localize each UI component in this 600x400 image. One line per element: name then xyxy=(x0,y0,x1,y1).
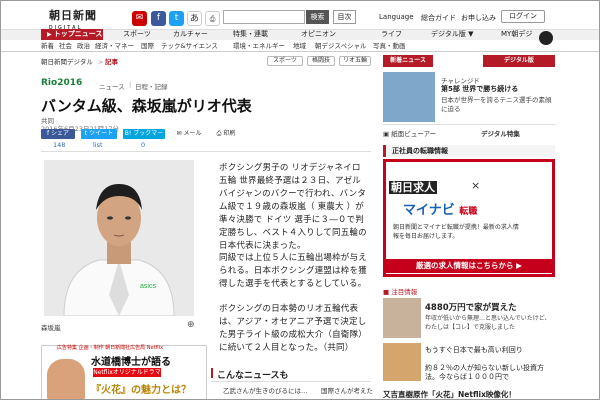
article-paragraph: ボクシングの日本勢のリオ五輪代表は、アジア・オセアニア予選で決定した男子ライト級… xyxy=(219,304,367,353)
language-link[interactable]: Language xyxy=(379,13,414,21)
section-marker xyxy=(211,368,213,378)
subnav-new[interactable]: 新着 xyxy=(41,41,54,51)
tag-rio[interactable]: リオ五輪 xyxy=(339,56,371,66)
tag-sports[interactable]: スポーツ xyxy=(267,56,303,66)
keyword-news[interactable]: ニュース xyxy=(99,81,125,91)
netflix-link[interactable]: 又吉直樹原作「火花」Netflix映像化！ xyxy=(383,389,516,399)
subnav-economy[interactable]: 経済・マネー xyxy=(95,41,134,51)
tag-martial-arts[interactable]: 格闘技 xyxy=(307,56,335,66)
viewer-link[interactable]: ▣ 紙面ビューアー xyxy=(383,128,436,138)
asahi-job-logo: 朝日求人 xyxy=(389,181,437,194)
challenged-title[interactable]: 第5部 世界で勝ち続ける xyxy=(441,84,518,94)
challenged-thumbnail[interactable] xyxy=(383,72,435,122)
breadcrumb-separator: > xyxy=(98,58,104,66)
subnav-special[interactable]: 朝デジスペシャル xyxy=(315,41,367,51)
login-button[interactable]: ログイン xyxy=(501,10,545,23)
nav-opinion[interactable]: オピニオン xyxy=(301,29,336,40)
share-twitter-button[interactable]: t ツイート xyxy=(81,129,117,139)
ad-headline[interactable]: 水道橋博士が語る xyxy=(91,353,171,368)
share-count-facebook[interactable]: 148 xyxy=(53,141,65,149)
featured-description: 約８２％の人が知らない新しい投資方法。今ならば１０００円で xyxy=(425,364,544,381)
featured-description: 年収が低いから無理…と思い込んでいたけど、わたしは【コレ】で克服しました xyxy=(425,315,551,331)
search-input[interactable] xyxy=(223,10,305,24)
page: 朝日新聞DIGITAL ✉ f t あぁ ⎙ 検索 目次 Language 総合… xyxy=(0,0,600,400)
article-headline: バンタム級、森坂嵐がリオ代表 xyxy=(41,97,252,115)
guide-link[interactable]: 総合ガイド xyxy=(421,13,456,23)
zoom-icon[interactable]: ⊕ xyxy=(187,320,195,330)
subnav-environment[interactable]: 環境・エネルギー xyxy=(233,41,285,51)
keyword-schedule[interactable]: 日程・記録 xyxy=(135,81,168,91)
featured-thumbnail[interactable] xyxy=(383,298,421,338)
nav-culture[interactable]: カルチャー xyxy=(173,29,208,40)
print-button[interactable]: ⎙ 印刷 xyxy=(211,129,241,139)
share-hatena-button[interactable]: B! ブックマーク xyxy=(123,129,165,147)
challenged-description: 日本が世界一を誇るテニス選手の素顔に迫る xyxy=(441,96,552,113)
cross-mark: × xyxy=(471,179,481,192)
related-news-title: こんなニュースも xyxy=(217,371,289,381)
ad-person-image xyxy=(47,359,85,399)
twitter-icon[interactable]: t xyxy=(169,11,184,26)
viewer-icon: ▣ xyxy=(383,130,392,138)
ad-badge: Netflixオリジナルドラマ xyxy=(93,368,161,377)
subnav-photo[interactable]: 写真・動画 xyxy=(373,41,406,51)
subnav-society[interactable]: 社会 xyxy=(59,41,72,51)
divider xyxy=(41,151,371,152)
index-button[interactable]: 目次 xyxy=(333,10,356,24)
share-facebook-button[interactable]: f シェア xyxy=(41,129,75,139)
subnav-politics[interactable]: 政治 xyxy=(77,41,90,51)
article-paragraph: 同級では上位５人に五輪出場枠が与えられる。日本ボクシング連盟は枠を獲得した選手を… xyxy=(219,253,367,289)
nav-sports[interactable]: スポーツ xyxy=(123,29,151,40)
breadcrumb-current: 記事 xyxy=(105,58,118,66)
nav-features[interactable]: 特集・連載 xyxy=(233,29,268,40)
divider xyxy=(383,124,555,125)
nav-life[interactable]: ライフ xyxy=(381,29,402,40)
ad-subheadline[interactable]: 『火花』の魅力とは？ xyxy=(91,381,191,396)
featured-label: ■ 注目情報 xyxy=(383,288,418,296)
search-button[interactable]: 検索 xyxy=(306,10,329,24)
subnav-region[interactable]: 地域 xyxy=(293,41,306,51)
job-search-button[interactable]: 厳選の求人情報はこちらから ▶ xyxy=(386,259,552,273)
signup-link[interactable]: お申し込み xyxy=(461,13,496,23)
nav-my-asadigi[interactable]: MY朝デジ xyxy=(501,29,532,40)
mail-icon[interactable]: ✉ xyxy=(132,11,147,26)
related-news-item[interactable]: 国際さんが考えた xyxy=(321,385,373,395)
bookmark-icon: B! xyxy=(124,130,134,137)
print-icon[interactable]: ⎙ xyxy=(205,11,220,26)
subnav-international[interactable]: 国際 xyxy=(141,41,154,51)
ad-label: 広告特集 企画・制作 朝日新聞社広告局 Netflix xyxy=(57,345,164,351)
job-info-heading: 正社員の転職情報 xyxy=(383,145,555,157)
breadcrumb-home[interactable]: 朝日新聞デジタル xyxy=(41,58,93,66)
rio2016-logo[interactable]: Rio2016 xyxy=(41,78,82,88)
share-count-twitter[interactable]: list xyxy=(93,141,103,149)
related-news-item[interactable]: 乙武さんが生きのびるには… xyxy=(223,385,308,395)
subnav-tech[interactable]: テック&サイエンス xyxy=(161,41,218,51)
featured-thumbnail[interactable] xyxy=(383,343,421,381)
article-photo[interactable]: asics xyxy=(44,160,194,316)
photo-caption: 森坂嵐 xyxy=(41,324,61,332)
tab-digital[interactable]: デジタル版 xyxy=(483,55,555,67)
font-size-icon[interactable]: あぁ xyxy=(187,11,202,39)
svg-text:asics: asics xyxy=(140,283,156,290)
nav-top-news[interactable]: ▶ トップニュース xyxy=(41,29,103,40)
keyword-separator: | xyxy=(129,81,132,89)
share-count-hatena[interactable]: 0 xyxy=(141,141,145,149)
pr-icon: ■ xyxy=(383,288,392,296)
article-paragraph: ボクシング男子の リオデジャネイロ五輪 世界最終予選は２３日、アゼルバイジャンの… xyxy=(219,163,367,251)
nav-digital[interactable]: デジタル版 ▼ xyxy=(431,29,473,40)
tab-new-news[interactable]: 新着ニュース xyxy=(383,55,433,67)
divider xyxy=(211,381,371,382)
featured-title[interactable]: もうすぐ日本で最も高い利回り xyxy=(425,346,555,355)
facebook-icon[interactable]: f xyxy=(151,11,166,26)
share-mail-button[interactable]: ✉ メール xyxy=(171,129,207,139)
digital-feature-link[interactable]: デジタル特集 xyxy=(481,128,520,138)
featured-title[interactable]: 4880万円で家が買えた xyxy=(425,301,517,313)
mynavi-logo: マイナビ 転職 xyxy=(403,203,478,218)
job-ad-text: 朝日新聞とマイナビ転職が提携！最新の求人情報を毎日お届けします。 xyxy=(393,224,519,240)
